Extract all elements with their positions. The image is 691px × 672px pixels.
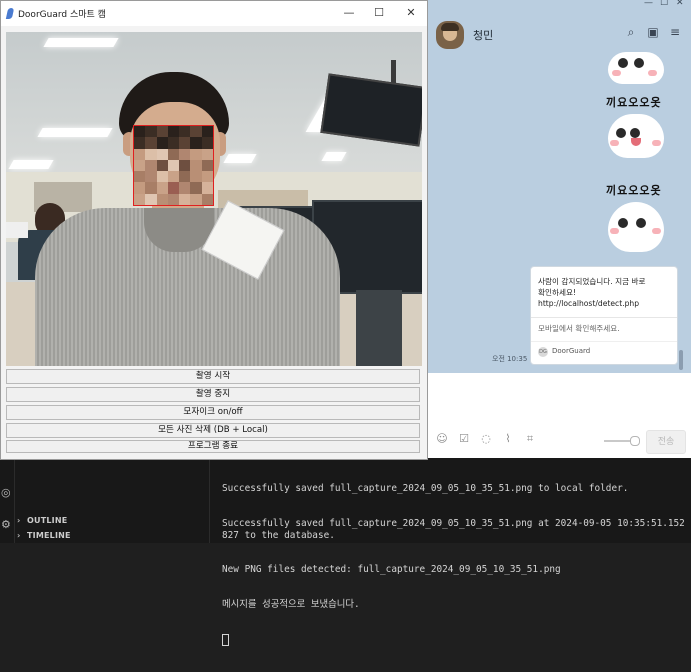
minimize-icon[interactable]: — [644,0,653,8]
chat-window: — ☐ ✕ 청민 ⌕ ▣ ≡ 끼요오오옷 끼요오오옷 오전 10:35 사람이 … [428,0,691,458]
crop-icon[interactable]: ⌗ [524,433,536,445]
feather-icon [5,8,15,19]
terminal-line: New PNG files detected: full_capture_202… [222,564,561,576]
exit-program-button[interactable]: 프로그램 종료 [6,440,420,453]
checkbox-icon[interactable]: ☑ [458,433,470,445]
minimize-icon[interactable]: — [337,4,361,22]
terminal-line: Successfully saved full_capture_2024_09_… [222,517,685,541]
message-text: 사람이 감지되었습니다. 지금 바로 [538,277,646,286]
doorguard-titlebar[interactable]: DoorGuard 스마트 캠 — ☐ ✕ [1,1,427,26]
terminal-cursor [222,633,229,646]
zoom-slider-knob[interactable] [630,436,640,446]
maximize-icon[interactable]: ☐ [660,0,668,8]
activity-bar: ◎ ⚙ [0,455,15,543]
message-source: DoorGuard [552,347,591,355]
doorguard-window: DoorGuard 스마트 캠 — ☐ ✕ 촬영 시작 촬영 중지 모자이크 o… [0,0,428,460]
close-icon[interactable]: ✕ [399,4,423,22]
vscode-panel: ◎ ⚙ › OUTLINE › TIMELINE Successfully save… [0,455,691,646]
menu-icon[interactable]: ≡ [668,25,682,39]
start-capture-button[interactable]: 촬영 시작 [6,369,420,384]
chevron-right-icon: › [17,516,21,525]
message-hint: 모바일에서 확인해주세요. [538,324,620,333]
chat-bubble-icon[interactable]: ◌ [480,433,492,445]
message-time: 오전 10:35 [492,355,528,363]
sticker-text: 끼요오오옷 [606,184,662,197]
chat-contact-name: 청민 [473,29,494,42]
terminal-output[interactable]: Successfully saved full_capture_2024_09_… [222,460,687,672]
divider [531,341,677,342]
account-icon[interactable]: ◎ [1,487,13,499]
doorguard-source-icon: DG [538,347,548,357]
outline-section[interactable]: › OUTLINE [17,516,67,530]
terminal-line: 메시지를 성공적으로 보냈습니다. [222,599,360,611]
message-text: 확인하세요! [538,288,576,297]
message-link[interactable]: http://localhost/detect.php [538,298,672,309]
chat-scrollbar[interactable] [679,350,683,370]
maximize-icon[interactable]: ☐ [367,4,391,22]
message-card[interactable]: 사람이 감지되었습니다. 지금 바로 확인하세요! http://localho… [530,266,678,365]
chevron-right-icon: › [17,531,21,540]
avatar-hair [441,23,459,31]
inbox-icon[interactable]: ▣ [646,25,660,39]
sticker-text: 끼요오오옷 [606,96,662,109]
gear-icon[interactable]: ⚙ [1,519,13,531]
face-mosaic-box [133,125,214,206]
chat-input-area[interactable]: ☺ ☑ ◌ ⌇ ⌗ 전송 [428,373,691,458]
chat-header: 청민 ⌕ ▣ ≡ [428,9,691,55]
terminal-line: Successfully saved full_capture_2024_09_… [222,483,629,495]
divider [531,317,677,318]
delete-all-photos-button[interactable]: 모든 사진 삭제 (DB + Local) [6,423,420,438]
window-title: DoorGuard 스마트 캠 [18,10,106,20]
close-icon[interactable]: ✕ [676,0,684,8]
search-icon[interactable]: ⌕ [624,25,638,39]
camera-feed [6,32,422,366]
avatar[interactable] [436,21,464,49]
emoji-icon[interactable]: ☺ [436,433,448,445]
stop-capture-button[interactable]: 촬영 중지 [6,387,420,402]
explorer-sidebar: › OUTLINE › TIMELINE [15,455,210,543]
paperclip-icon[interactable]: ⌇ [502,433,514,445]
mosaic-toggle-button[interactable]: 모자이크 on/off [6,405,420,420]
send-button[interactable]: 전송 [646,430,686,454]
chat-titlebar: — ☐ ✕ [428,0,691,9]
